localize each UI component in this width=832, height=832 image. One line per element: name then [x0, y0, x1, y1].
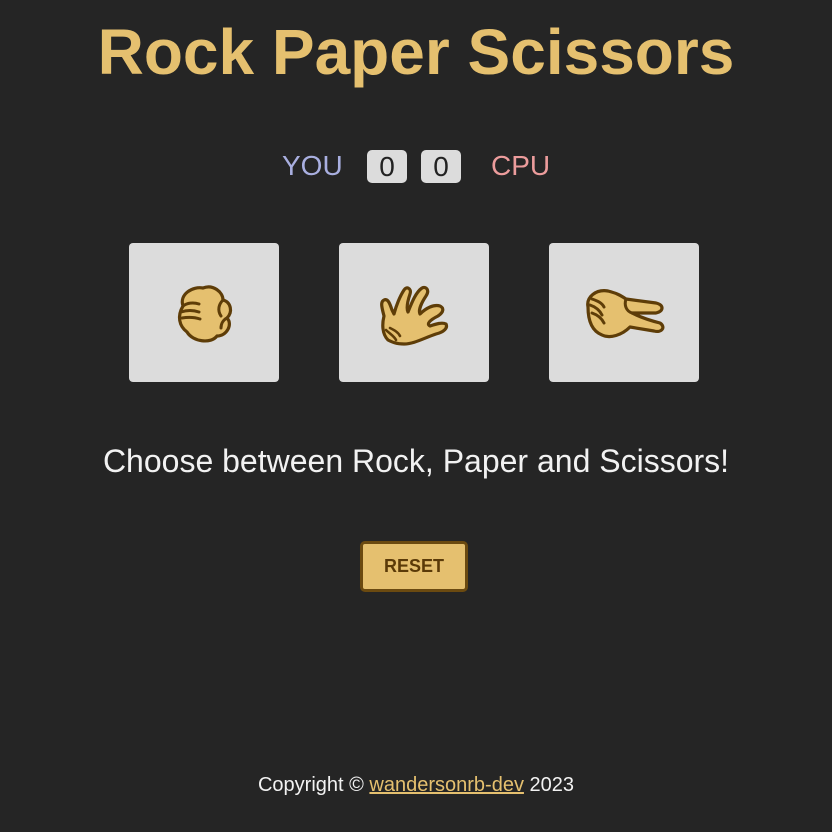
scissors-button[interactable] — [549, 243, 699, 382]
rock-hand-icon — [177, 284, 233, 342]
game-page: Rock Paper Scissors YOU 0 0 CPU Choose b… — [0, 0, 832, 832]
cpu-label: CPU — [491, 150, 551, 181]
reset-button[interactable]: RESET — [360, 541, 468, 592]
scissors-hand-icon — [586, 288, 665, 338]
scoreboard: YOU 0 0 CPU — [0, 148, 832, 184]
copyright-text: Copyright © — [257, 774, 364, 796]
player-score: 0 — [367, 150, 407, 183]
status-message: Choose between Rock, Paper and Scissors! — [102, 443, 730, 479]
player-label: YOU — [282, 150, 343, 181]
cpu-score: 0 — [421, 150, 461, 183]
paper-hand-icon — [380, 285, 449, 346]
rock-button[interactable] — [129, 243, 279, 382]
copyright-year: 2023 — [529, 774, 575, 796]
author-link[interactable]: wandersonrb-dev — [369, 774, 524, 796]
page-title: Rock Paper Scissors — [97, 16, 735, 88]
footer: Copyright © wandersonrb-dev 2023 — [0, 772, 832, 798]
paper-button[interactable] — [339, 243, 489, 382]
